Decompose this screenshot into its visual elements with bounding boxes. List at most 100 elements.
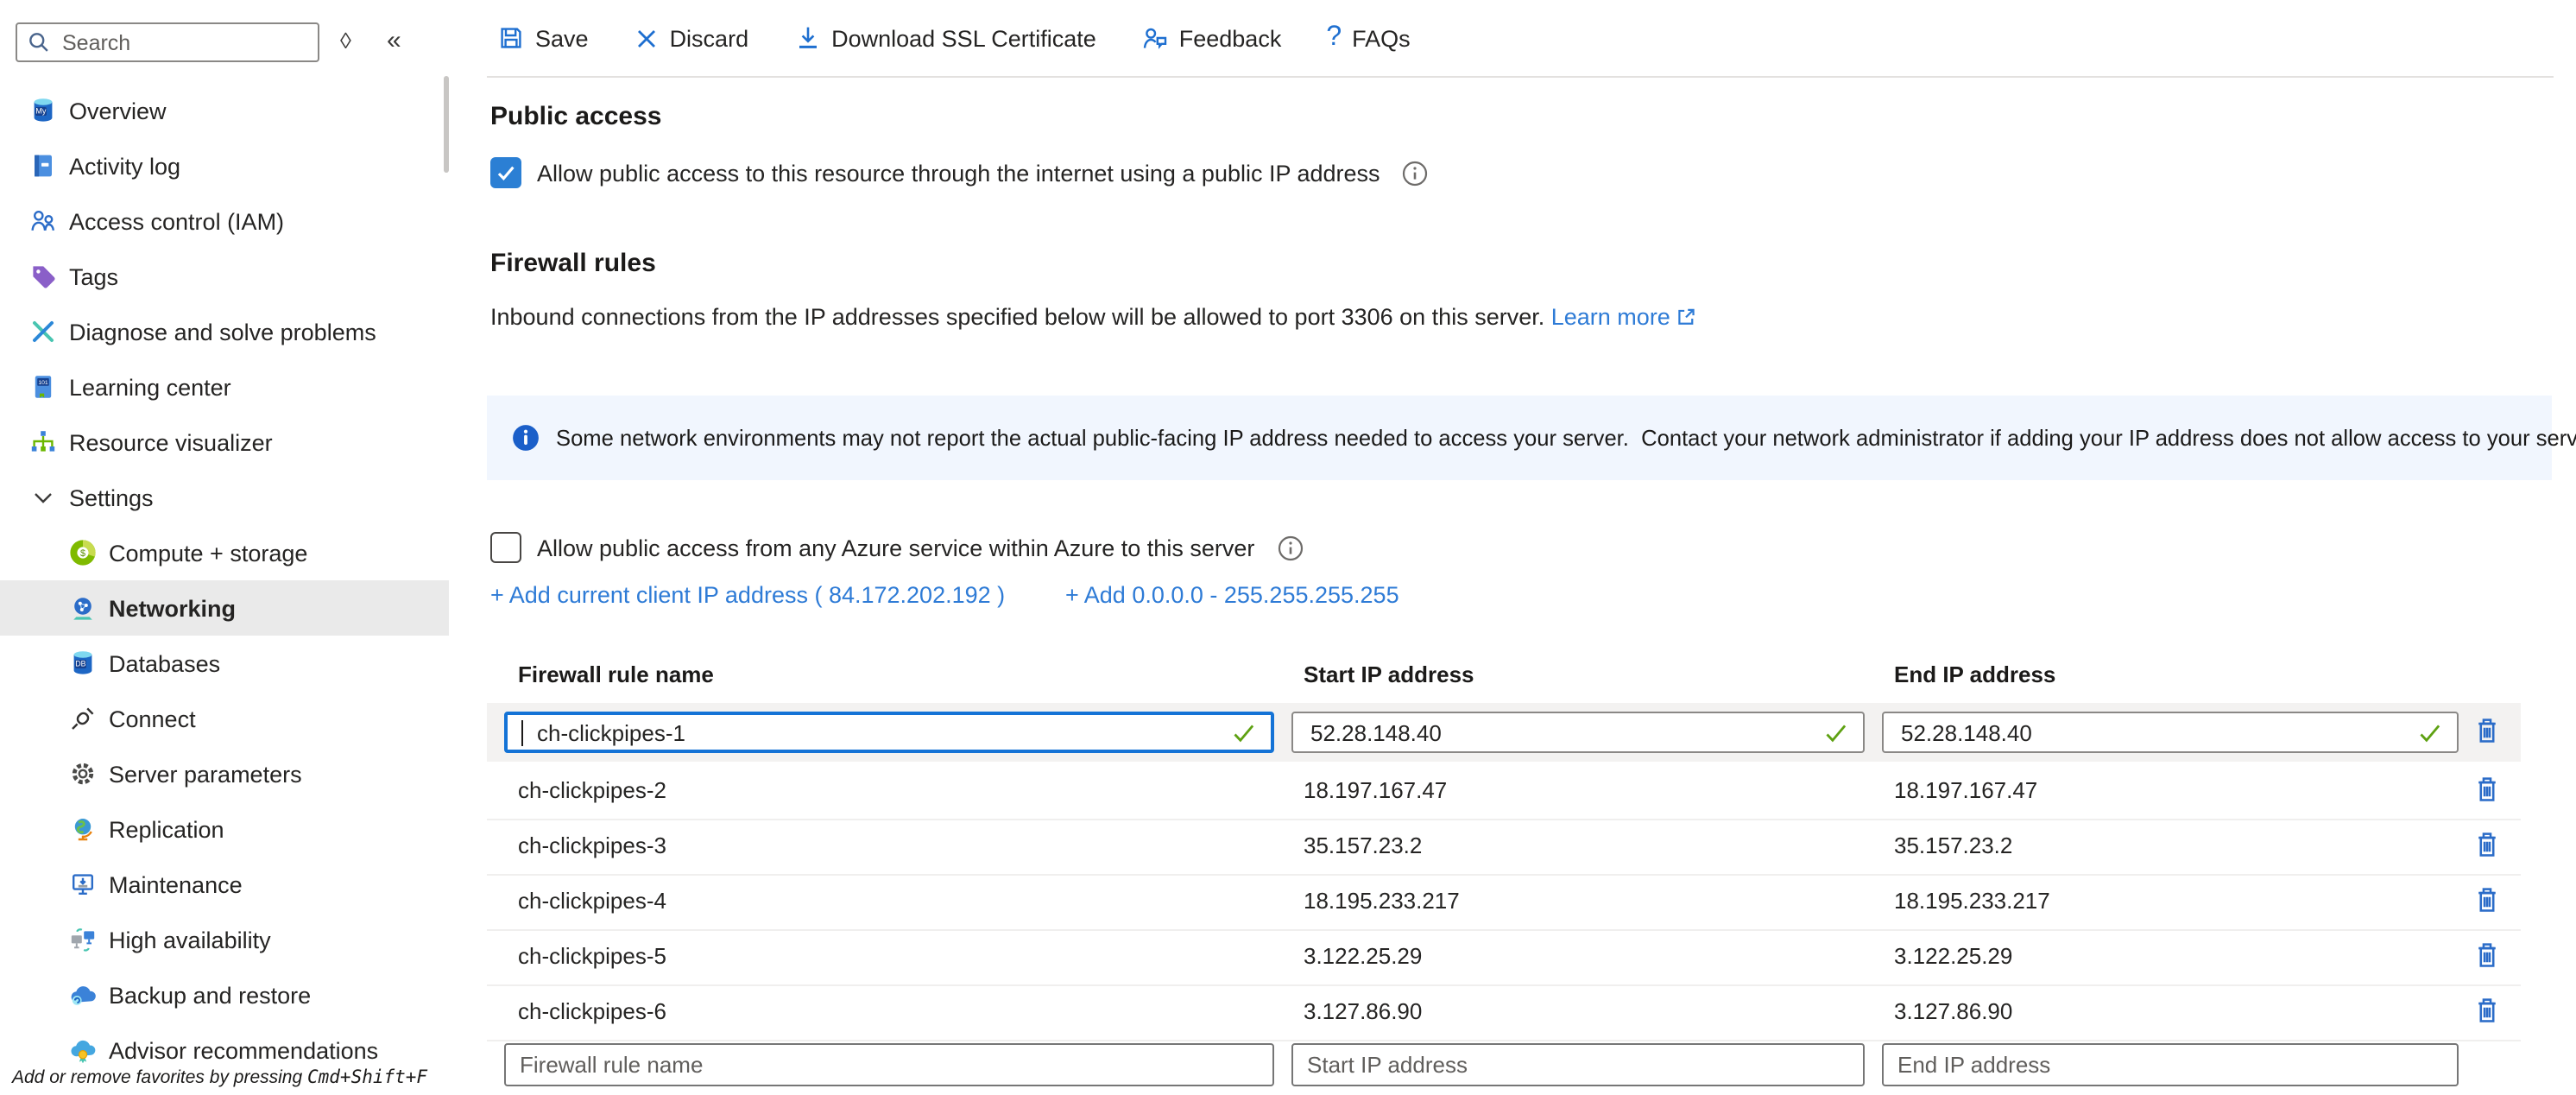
public-access-heading: Public access: [490, 102, 661, 131]
download-ssl-certificate-button[interactable]: Download SSL Certificate: [793, 24, 1096, 52]
sidebar-item-maintenance[interactable]: Maintenance: [0, 857, 449, 912]
mysql-database-icon: My: [29, 97, 57, 124]
advisor-recommendations-icon: [69, 1036, 97, 1064]
high-availability-icon: [69, 926, 97, 953]
activity-log-book-icon: [29, 152, 57, 180]
sidebar-item-databases[interactable]: DB Databases: [0, 636, 449, 691]
sidebar-item-resource-visualizer[interactable]: Resource visualizer: [0, 415, 449, 470]
sidebar-item-activity-log[interactable]: Activity log: [0, 138, 449, 193]
delete-rule-button[interactable]: [2472, 997, 2502, 1026]
sidebar-item-label: Tags: [69, 263, 118, 289]
sidebar-item-label: Replication: [109, 816, 224, 842]
sidebar-item-diagnose[interactable]: Diagnose and solve problems: [0, 304, 449, 359]
sidebar-item-label: Backup and restore: [109, 982, 311, 1008]
command-bar: Save Discard Download SSL Certificate Fe…: [497, 22, 1411, 54]
sidebar-item-settings[interactable]: Settings: [0, 470, 449, 525]
delete-rule-button[interactable]: [2472, 886, 2502, 915]
sidebar-item-networking[interactable]: Networking: [0, 580, 449, 636]
sidebar-item-label: Connect: [109, 706, 196, 731]
rule-name-cell: ch-clickpipes-2: [518, 777, 666, 803]
start-ip-cell: 3.122.25.29: [1304, 943, 1422, 969]
allow-azure-checkbox[interactable]: [490, 532, 521, 563]
delete-rule-button[interactable]: [2472, 717, 2502, 746]
allow-azure-label: Allow public access from any Azure servi…: [537, 535, 1254, 560]
faqs-button[interactable]: ? FAQs: [1326, 22, 1410, 54]
end-ip-cell: 18.197.167.47: [1894, 777, 2037, 803]
start-ip-field: [1291, 712, 1865, 753]
backup-restore-cloud-icon: [69, 981, 97, 1009]
firewall-rules-heading: Firewall rules: [490, 249, 656, 278]
rule-name-cell: ch-clickpipes-6: [518, 998, 666, 1024]
start-ip-input[interactable]: [1307, 718, 1813, 747]
discard-icon: [634, 25, 660, 51]
delete-rule-button[interactable]: [2472, 775, 2502, 805]
sidebar-item-high-availability[interactable]: High availability: [0, 912, 449, 967]
sidebar-item-access-control-iam[interactable]: Access control (IAM): [0, 193, 449, 249]
sidebar-item-server-parameters[interactable]: Server parameters: [0, 746, 449, 801]
column-header-start-ip: Start IP address: [1304, 661, 1474, 687]
valid-check-icon: [2417, 719, 2443, 745]
add-client-ip-link[interactable]: + Add current client IP address ( 84.172…: [490, 582, 1005, 608]
allow-internet-checkbox[interactable]: [490, 157, 521, 188]
end-ip-cell: 18.195.233.217: [1894, 888, 2050, 914]
firewall-rule-row[interactable]: ch-clickpipes-2 18.197.167.47 18.197.167…: [487, 763, 2521, 820]
start-ip-cell: 18.197.167.47: [1304, 777, 1447, 803]
delete-rule-button[interactable]: [2472, 941, 2502, 971]
delete-rule-button[interactable]: [2472, 831, 2502, 860]
search-icon: [28, 31, 50, 54]
sidebar-item-compute-storage[interactable]: $ Compute + storage: [0, 525, 449, 580]
new-rule-name-input[interactable]: [504, 1043, 1274, 1086]
new-end-ip-input[interactable]: [1882, 1043, 2459, 1086]
save-icon: [497, 24, 525, 52]
collapse-sidebar-icon[interactable]: «: [387, 21, 401, 62]
pin-icon[interactable]: ◊: [340, 21, 351, 62]
rule-name-input[interactable]: [534, 718, 1221, 747]
firewall-rule-edit-row[interactable]: [487, 703, 2521, 762]
sidebar: ◊ « My Overview Activity log Ac: [0, 0, 449, 1095]
access-control-people-icon: [29, 207, 57, 235]
firewall-rule-row[interactable]: ch-clickpipes-5 3.122.25.29 3.122.25.29: [487, 929, 2521, 986]
sidebar-item-overview[interactable]: My Overview: [0, 83, 449, 138]
chevron-down-icon: [29, 484, 57, 511]
info-banner-text: Some network environments may not report…: [556, 425, 2576, 451]
sidebar-item-learning-center[interactable]: 101 Learning center: [0, 359, 449, 415]
add-all-ips-link[interactable]: + Add 0.0.0.0 - 255.255.255.255: [1065, 582, 1399, 608]
sidebar-item-label: Overview: [69, 98, 167, 123]
learn-more-link[interactable]: Learn more: [1551, 304, 1670, 330]
maintenance-monitor-icon: [69, 870, 97, 898]
external-link-icon: [1676, 306, 1698, 328]
databases-icon: DB: [69, 649, 97, 677]
discard-button[interactable]: Discard: [634, 25, 749, 51]
svg-text:DB: DB: [75, 660, 85, 668]
firewall-description: Inbound connections from the IP addresse…: [490, 304, 1698, 330]
sidebar-item-label: Settings: [69, 484, 154, 510]
sidebar-item-label: Compute + storage: [109, 540, 307, 566]
sidebar-item-connect[interactable]: Connect: [0, 691, 449, 746]
search-input[interactable]: [59, 28, 290, 56]
svg-text:$: $: [80, 548, 85, 559]
favorites-hint: Add or remove favorites by pressing Cmd+…: [12, 1067, 444, 1088]
sidebar-nav: My Overview Activity log Access control …: [0, 83, 449, 1078]
rule-name-field: [504, 712, 1274, 753]
firewall-rule-row[interactable]: ch-clickpipes-4 18.195.233.217 18.195.23…: [487, 874, 2521, 931]
firewall-rule-row[interactable]: ch-clickpipes-3 35.157.23.2 35.157.23.2: [487, 819, 2521, 876]
rule-name-cell: ch-clickpipes-3: [518, 832, 666, 858]
text-cursor: [521, 719, 523, 745]
feedback-button[interactable]: Feedback: [1141, 24, 1282, 52]
search-box[interactable]: [16, 22, 319, 62]
toolbar-divider: [487, 76, 2554, 78]
info-icon[interactable]: [1277, 535, 1303, 560]
new-start-ip-input[interactable]: [1291, 1043, 1865, 1086]
sidebar-item-label: Resource visualizer: [69, 429, 273, 455]
new-rule-row: [487, 1043, 2521, 1095]
valid-check-icon: [1823, 719, 1849, 745]
firewall-rule-row[interactable]: ch-clickpipes-6 3.127.86.90 3.127.86.90: [487, 984, 2521, 1041]
save-button[interactable]: Save: [497, 24, 589, 52]
sidebar-item-replication[interactable]: Replication: [0, 801, 449, 857]
feedback-icon: [1141, 24, 1169, 52]
sidebar-item-tags[interactable]: Tags: [0, 249, 449, 304]
end-ip-input[interactable]: [1897, 718, 2407, 747]
info-icon[interactable]: [1403, 160, 1429, 186]
sidebar-item-backup-restore[interactable]: Backup and restore: [0, 967, 449, 1022]
allow-azure-access-row: Allow public access from any Azure servi…: [490, 532, 1303, 563]
